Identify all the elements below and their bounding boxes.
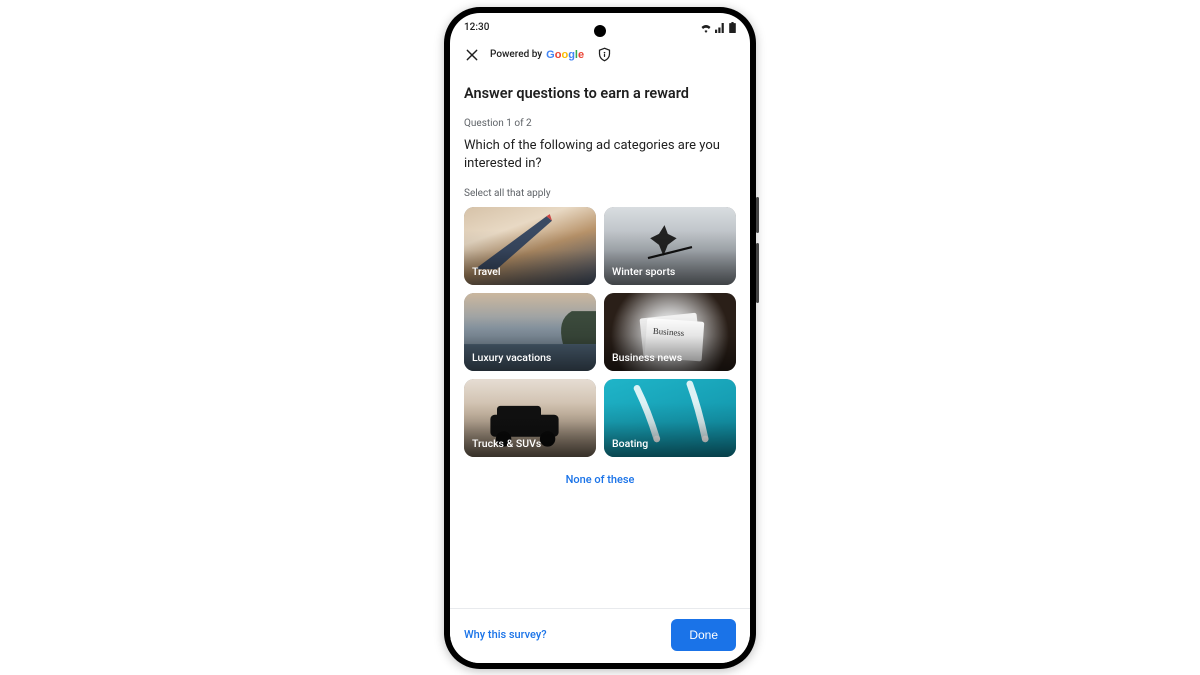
powered-by-label: Powered by Google — [490, 49, 584, 61]
option-card-boating[interactable]: Boating — [604, 379, 736, 457]
battery-icon — [729, 22, 736, 33]
option-label: Trucks & SUVs — [472, 437, 541, 450]
phone-side-button — [756, 197, 759, 233]
page-title: Answer questions to earn a reward — [464, 85, 736, 102]
app-bar: Powered by Google — [450, 43, 750, 71]
status-icons — [700, 22, 736, 33]
phone-side-button — [756, 243, 759, 303]
option-label: Travel — [472, 265, 501, 278]
phone-screen: 12:30 Powered by Google — [450, 13, 750, 663]
phone-frame: 12:30 Powered by Google — [444, 7, 756, 669]
question-progress: Question 1 of 2 — [464, 118, 736, 129]
question-text: Which of the following ad categories are… — [464, 137, 736, 175]
option-card-trucks-suvs[interactable]: Trucks & SUVs — [464, 379, 596, 457]
option-label: Boating — [612, 437, 648, 450]
option-label: Business news — [612, 351, 682, 364]
wifi-icon — [700, 23, 712, 33]
option-label: Luxury vacations — [472, 351, 551, 364]
done-button[interactable]: Done — [671, 619, 736, 651]
survey-content: Answer questions to earn a reward Questi… — [450, 71, 750, 497]
status-time: 12:30 — [464, 22, 489, 33]
option-card-travel[interactable]: Travel — [464, 207, 596, 285]
none-of-these-link[interactable]: None of these — [464, 457, 736, 496]
option-card-luxury-vacations[interactable]: Luxury vacations — [464, 293, 596, 371]
question-hint: Select all that apply — [464, 188, 736, 199]
option-card-business-news[interactable]: Business Business news — [604, 293, 736, 371]
close-icon[interactable] — [464, 47, 480, 63]
option-label: Winter sports — [612, 265, 675, 278]
why-this-survey-link[interactable]: Why this survey? — [464, 628, 547, 641]
privacy-shield-icon[interactable] — [596, 47, 612, 63]
option-card-winter-sports[interactable]: Winter sports — [604, 207, 736, 285]
options-grid: Travel Winter sports — [464, 207, 736, 457]
front-camera — [594, 25, 606, 37]
footer-bar: Why this survey? Done — [450, 608, 750, 663]
signal-icon — [715, 23, 726, 33]
google-logo: Google — [546, 49, 584, 61]
